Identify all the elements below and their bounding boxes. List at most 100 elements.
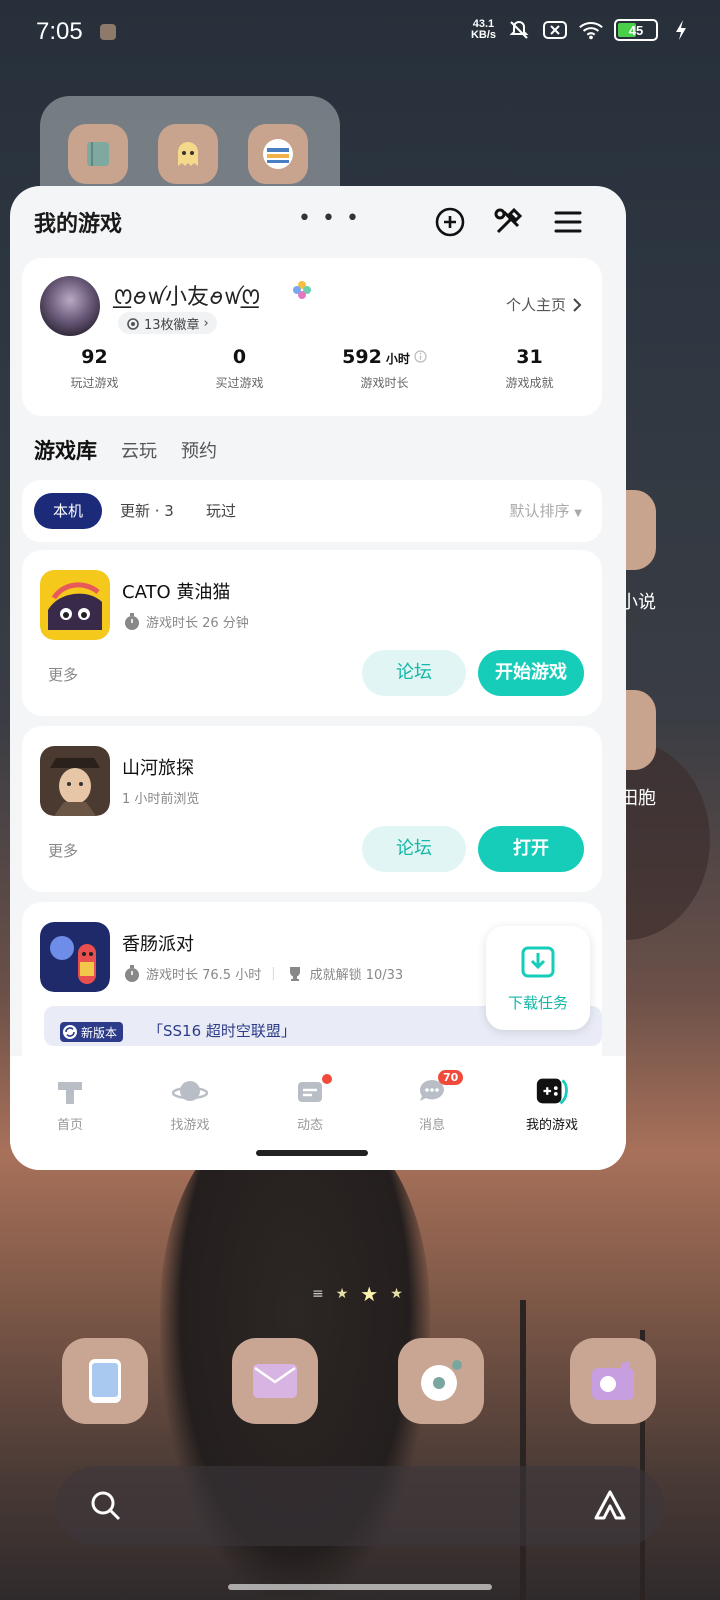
notification-app-icon [100, 24, 116, 40]
home-icon [52, 1074, 88, 1108]
badge-count-label: 13枚徽章 [144, 317, 200, 333]
nav-label: 找游戏 [170, 1118, 210, 1133]
download-icon [521, 946, 555, 978]
chevron-right-icon: › [203, 315, 209, 331]
no-sim-icon [542, 18, 568, 42]
tablet-icon [89, 1359, 121, 1403]
refresh-icon [63, 1025, 77, 1039]
stat-value: 592 [342, 346, 382, 368]
stat-unit: 小时 [385, 352, 410, 366]
assistant-icon[interactable] [590, 1486, 630, 1526]
wifi-icon [578, 18, 604, 42]
stat-value: 31 [516, 346, 543, 368]
stat-label: 游戏成就 [505, 376, 554, 390]
last-viewed-text: 1 小时前浏览 [122, 792, 200, 807]
tab-cloud-play[interactable]: 云玩 [121, 437, 157, 463]
dock-phone-app[interactable] [62, 1338, 148, 1424]
forum-button[interactable]: 论坛 [362, 650, 466, 696]
open-button[interactable]: 打开 [478, 826, 584, 872]
plus-circle-icon [435, 207, 465, 237]
playtime-text: 游戏时长 76.5 小时 [146, 968, 262, 983]
folder-app-ghost-icon[interactable] [158, 124, 218, 184]
stat-achievements[interactable]: 31 游戏成就 [457, 346, 602, 391]
menu-button[interactable] [550, 204, 586, 240]
page-title: 我的游戏 [34, 212, 123, 237]
dock-mail-app[interactable] [232, 1338, 318, 1424]
filter-chip-local[interactable]: 本机 [34, 493, 102, 529]
medal-icon [127, 318, 139, 330]
game-name: CATO 黄油猫 [122, 582, 231, 603]
sort-label: 默认排序 [509, 502, 570, 520]
network-speed: 43.1 KB/s [471, 19, 496, 41]
home-search-bar[interactable] [56, 1466, 664, 1546]
network-speed-unit: KB/s [470, 29, 496, 41]
download-task-button[interactable]: 下载任务 [486, 926, 590, 1030]
nav-item-home[interactable]: 首页 [20, 1074, 120, 1133]
mail-icon [253, 1364, 297, 1398]
game-name: 山河旅探 [122, 758, 194, 779]
profile-card[interactable]: ꯁ꯭ꪮꪝ小友ꪮꪝꯁ꯭ 13枚徽章 › 个人主页 92 玩过游戏 0 买过游戏 5… [22, 258, 602, 416]
filter-chip-played[interactable]: 玩过 [206, 493, 236, 529]
new-version-label: 新版本 [81, 1025, 118, 1040]
avatar[interactable] [40, 276, 100, 336]
game-card[interactable]: 山河旅探 1 小时前浏览 更多 论坛 打开 [22, 726, 602, 892]
stat-playtime[interactable]: 592 小时 游戏时长 [312, 346, 457, 391]
stat-label: 买过游戏 [215, 376, 264, 390]
search-icon [91, 1491, 121, 1521]
caret-down-icon: ▼ [574, 508, 582, 519]
nav-label: 我的游戏 [525, 1118, 578, 1133]
window-header: 我的游戏 • • • [10, 186, 626, 256]
info-icon[interactable] [414, 350, 427, 363]
stat-value: 0 [232, 346, 247, 368]
page-indicator[interactable]: ≡ ★ ★ ★ [312, 1282, 403, 1306]
game-playtime: 游戏时长 26 分钟 [124, 612, 249, 631]
stat-label: 玩过游戏 [70, 376, 119, 390]
game-last-viewed: 1 小时前浏览 [122, 788, 199, 807]
hamburger-icon [554, 211, 582, 233]
nav-item-messages[interactable]: 70 消息 [382, 1070, 482, 1133]
badge-count-pill[interactable]: 13枚徽章 › [118, 312, 217, 334]
trophy-icon [289, 966, 300, 981]
download-task-label: 下载任务 [507, 994, 568, 1012]
feed-notification-dot [322, 1074, 332, 1084]
battery-indicator: 45 [614, 19, 658, 41]
start-game-button[interactable]: 开始游戏 [478, 650, 584, 696]
nav-item-feed[interactable]: 动态 [260, 1074, 360, 1133]
stopwatch-icon [125, 964, 139, 982]
dock-music-app[interactable] [398, 1338, 484, 1424]
nav-item-discover[interactable]: 找游戏 [140, 1074, 240, 1133]
folder-app-book-icon[interactable] [68, 124, 128, 184]
window-home-indicator[interactable] [256, 1150, 368, 1156]
gamepad-icon [534, 1074, 570, 1108]
nav-item-my-games[interactable]: 我的游戏 [502, 1074, 602, 1133]
mute-bell-icon [506, 18, 532, 42]
stat-played[interactable]: 92 玩过游戏 [22, 346, 167, 391]
add-button[interactable] [432, 204, 468, 240]
tools-button[interactable] [490, 204, 526, 240]
game-name: 香肠派对 [122, 934, 194, 955]
filter-bar: 本机 更新 · 3 玩过 默认排序 ▼ [22, 480, 602, 542]
game-icon-shanhe[interactable] [40, 746, 110, 816]
chevron-right-icon [573, 297, 582, 312]
game-more-link[interactable]: 更多 [48, 664, 78, 685]
system-home-bar[interactable] [228, 1584, 492, 1590]
profile-homepage-link[interactable]: 个人主页 [506, 294, 582, 315]
page-list-icon: ≡ [312, 1286, 324, 1302]
game-icon-sausage-party[interactable] [40, 922, 110, 992]
game-more-link[interactable]: 更多 [48, 840, 78, 861]
game-card[interactable]: CATO 黄油猫 游戏时长 26 分钟 更多 论坛 开始游戏 [22, 550, 602, 716]
forum-button[interactable]: 论坛 [362, 826, 466, 872]
dock-camera-app[interactable] [570, 1338, 656, 1424]
status-bar: 7:05 43.1 KB/s 45 [0, 0, 720, 66]
stat-label: 游戏时长 [360, 376, 409, 390]
playtime-text: 游戏时长 26 分钟 [146, 616, 249, 631]
tab-library[interactable]: 游戏库 [34, 435, 97, 467]
game-icon-cato[interactable] [40, 570, 110, 640]
filter-chip-updates[interactable]: 更新 · 3 [120, 493, 174, 529]
flower-badge-icon [293, 281, 311, 299]
folder-app-stack-icon[interactable] [248, 124, 308, 184]
tab-reservations[interactable]: 预约 [181, 437, 217, 463]
sort-dropdown[interactable]: 默认排序 ▼ [510, 500, 583, 521]
stat-purchased[interactable]: 0 买过游戏 [167, 346, 312, 391]
window-drag-handle[interactable]: • • • [298, 206, 361, 231]
